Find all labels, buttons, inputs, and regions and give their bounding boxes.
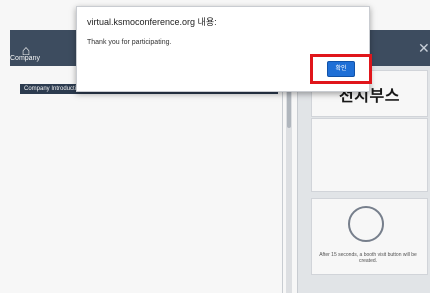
- dialog-message: Thank you for participating.: [87, 39, 172, 46]
- dialog-title: virtual.ksmoconference.org 내용:: [87, 17, 217, 27]
- ok-button[interactable]: 확인: [327, 61, 355, 77]
- ok-button-highlight: 확인: [310, 54, 372, 84]
